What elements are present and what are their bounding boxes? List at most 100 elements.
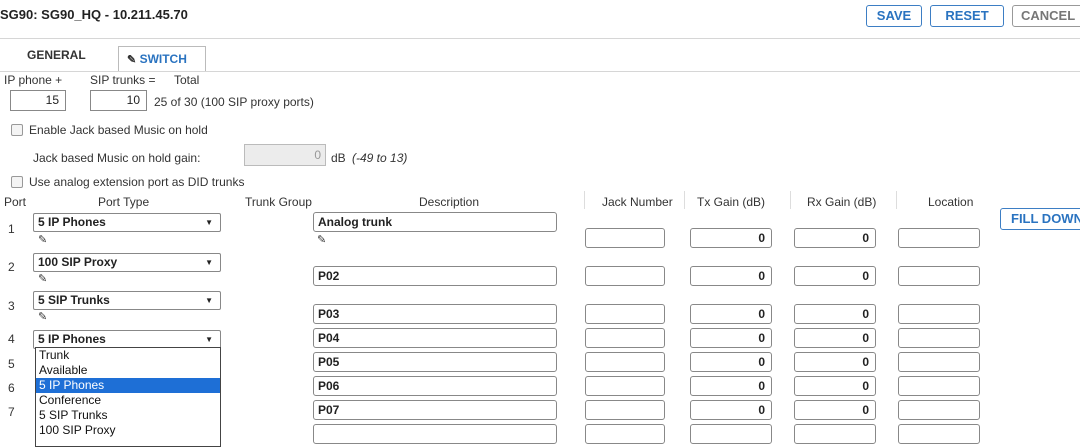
port-type-value: 5 IP Phones (38, 332, 106, 346)
port-number: 2 (8, 260, 15, 274)
tab-divider (0, 71, 1080, 72)
tx-gain-input[interactable]: 0 (690, 352, 772, 372)
dropdown-option[interactable]: 100 SIP Proxy (36, 423, 220, 438)
rx-gain-input[interactable]: 0 (794, 376, 876, 396)
header-divider (0, 38, 1080, 39)
column-rx-gain: Rx Gain (dB) (807, 195, 877, 209)
column-description: Description (419, 195, 480, 209)
rx-gain-input[interactable]: 0 (794, 304, 876, 324)
dropdown-caret-icon: ▼ (205, 296, 213, 305)
tx-gain-input[interactable] (690, 424, 772, 444)
jack-number-input[interactable] (585, 328, 665, 348)
description-input[interactable]: P03 (313, 304, 557, 324)
port-type-select[interactable]: 5 SIP Trunks ▼ (33, 291, 221, 310)
port-number: 3 (8, 299, 15, 313)
rx-gain-input[interactable]: 0 (794, 400, 876, 420)
edit-pencil-icon[interactable]: ✎ (38, 310, 47, 323)
column-trunk-group: Trunk Group (245, 195, 312, 209)
total-label: Total (174, 73, 200, 87)
db-range: (-49 to 13) (352, 151, 408, 165)
column-tx-gain: Tx Gain (dB) (697, 195, 766, 209)
port-type-dropdown-list[interactable]: Trunk Available 5 IP Phones Conference 5… (35, 347, 221, 447)
tx-gain-input[interactable]: 0 (690, 400, 772, 420)
location-input[interactable] (898, 266, 980, 286)
tx-gain-input[interactable]: 0 (690, 376, 772, 396)
dropdown-caret-icon: ▼ (205, 335, 213, 344)
dropdown-option-selected[interactable]: 5 IP Phones (36, 378, 220, 393)
edit-pencil-icon[interactable]: ✎ (317, 233, 326, 246)
description-input[interactable]: P06 (313, 376, 557, 396)
column-port: Port (4, 195, 27, 209)
rx-gain-input[interactable]: 0 (794, 352, 876, 372)
sip-trunks-input[interactable]: 10 (90, 90, 147, 111)
rx-gain-input[interactable]: 0 (794, 328, 876, 348)
jack-number-input[interactable] (585, 376, 665, 396)
analog-did-label: Use analog extension port as DID trunks (29, 175, 245, 189)
dropdown-option[interactable]: Trunk (36, 348, 220, 363)
port-number: 6 (8, 381, 15, 395)
port-type-select[interactable]: 100 SIP Proxy ▼ (33, 253, 221, 272)
port-number: 1 (8, 222, 15, 236)
jack-moh-gain-label: Jack based Music on hold gain: (33, 151, 201, 165)
dropdown-option[interactable]: Available (36, 363, 220, 378)
location-input[interactable] (898, 400, 980, 420)
dropdown-option[interactable]: Conference (36, 393, 220, 408)
description-input[interactable]: P07 (313, 400, 557, 420)
edit-pencil-icon[interactable]: ✎ (38, 272, 47, 285)
location-input[interactable] (898, 304, 980, 324)
description-input[interactable] (313, 424, 557, 444)
jack-moh-label: Enable Jack based Music on hold (29, 123, 208, 137)
pencil-icon: ✎ (127, 54, 137, 66)
location-input[interactable] (898, 352, 980, 372)
location-input[interactable] (898, 376, 980, 396)
port-number: 4 (8, 332, 15, 346)
reset-button[interactable]: RESET (930, 5, 1004, 27)
description-input[interactable]: P05 (313, 352, 557, 372)
jack-moh-checkbox[interactable] (11, 124, 23, 136)
dropdown-caret-icon: ▼ (205, 258, 213, 267)
tx-gain-input[interactable]: 0 (690, 228, 772, 248)
tab-general[interactable]: GENERAL (27, 48, 86, 62)
port-type-select[interactable]: 5 IP Phones ▼ (33, 213, 221, 232)
page-title: SG90: SG90_HQ - 10.211.45.70 (0, 7, 188, 22)
column-port-type: Port Type (98, 195, 150, 209)
dropdown-option[interactable]: 5 SIP Trunks (36, 408, 220, 423)
description-input[interactable]: Analog trunk (313, 212, 557, 232)
port-type-value: 5 SIP Trunks (38, 293, 110, 307)
fill-down-button[interactable]: FILL DOWN (1000, 208, 1080, 230)
location-input[interactable] (898, 228, 980, 248)
port-type-value: 5 IP Phones (38, 215, 106, 229)
edit-pencil-icon[interactable]: ✎ (38, 233, 47, 246)
jack-number-input[interactable] (585, 352, 665, 372)
analog-did-checkbox[interactable] (11, 176, 23, 188)
location-input[interactable] (898, 328, 980, 348)
save-button[interactable]: SAVE (866, 5, 922, 27)
jack-number-input[interactable] (585, 266, 665, 286)
cancel-button[interactable]: CANCEL (1012, 5, 1080, 27)
dropdown-caret-icon: ▼ (205, 218, 213, 227)
tx-gain-input[interactable]: 0 (690, 266, 772, 286)
port-number: 7 (8, 405, 15, 419)
rx-gain-input[interactable] (794, 424, 876, 444)
column-jack-number: Jack Number (602, 195, 673, 209)
jack-moh-gain-input[interactable]: 0 (244, 144, 326, 166)
jack-number-input[interactable] (585, 400, 665, 420)
port-type-value: 100 SIP Proxy (38, 255, 118, 269)
location-input[interactable] (898, 424, 980, 444)
column-location: Location (928, 195, 974, 209)
rx-gain-input[interactable]: 0 (794, 266, 876, 286)
total-text: 25 of 30 (100 SIP proxy ports) (154, 95, 314, 109)
rx-gain-input[interactable]: 0 (794, 228, 876, 248)
jack-number-input[interactable] (585, 304, 665, 324)
description-input[interactable]: P04 (313, 328, 557, 348)
jack-number-input[interactable] (585, 424, 665, 444)
ip-phone-input[interactable]: 15 (10, 90, 66, 111)
tab-switch[interactable]: ✎ SWITCH (118, 46, 206, 72)
jack-number-input[interactable] (585, 228, 665, 248)
tab-switch-label: SWITCH (139, 52, 187, 66)
description-input[interactable]: P02 (313, 266, 557, 286)
tx-gain-input[interactable]: 0 (690, 304, 772, 324)
tx-gain-input[interactable]: 0 (690, 328, 772, 348)
port-number: 5 (8, 357, 15, 371)
db-unit: dB (331, 151, 346, 165)
